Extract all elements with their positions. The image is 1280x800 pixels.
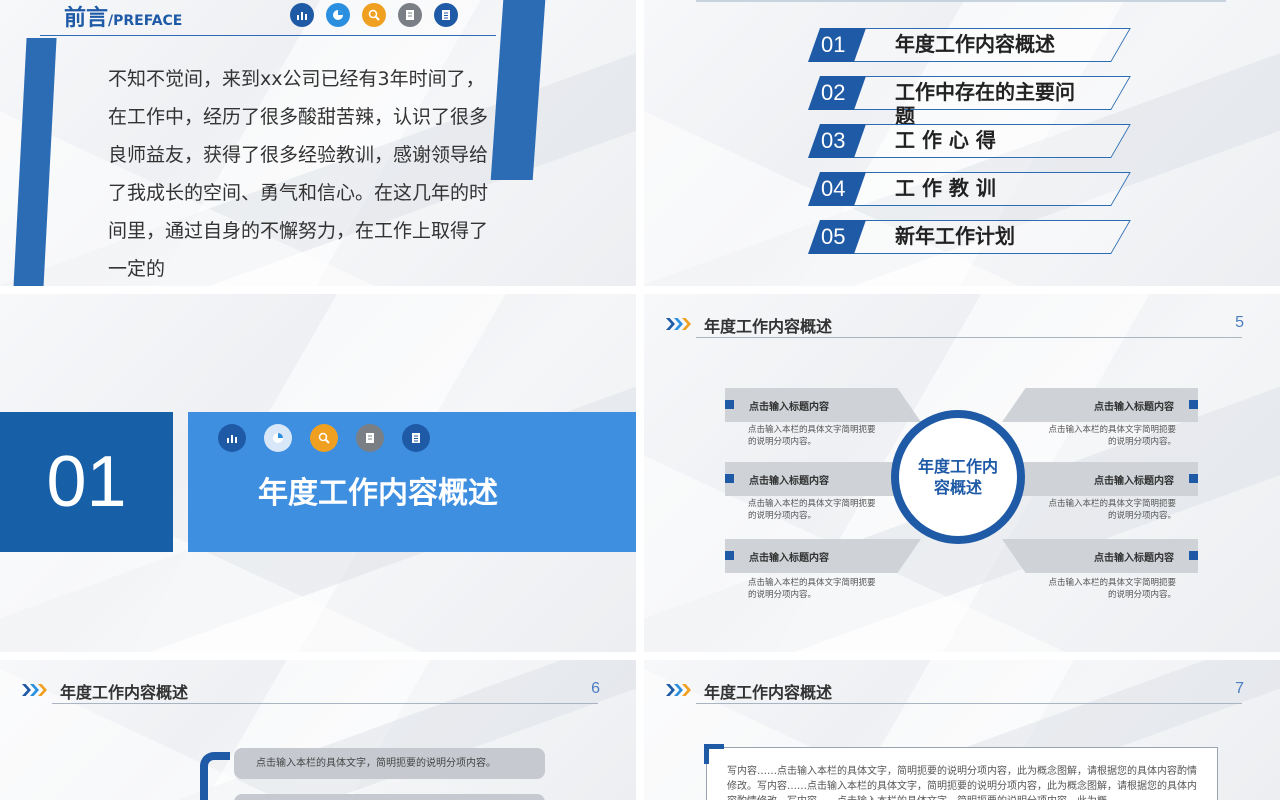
icon-row	[290, 3, 458, 27]
slide-page-5[interactable]: 年度工作内容概述 5 点击输入标题内容 点击输入本栏的具体文字简明扼要的说明分项…	[644, 294, 1280, 652]
text-box-body: 写内容……点击输入本栏的具体文字，简明扼要的说明分项内容，此为概念图解，请根据您…	[727, 766, 1197, 800]
card-title: 点击输入标题内容	[749, 553, 829, 564]
slide-toc[interactable]: 01 年度工作内容概述 02 工作中存在的主要问题 03 工 作 心 得 04 工 作 …	[644, 0, 1280, 286]
slide-heading: 年度工作内容概述	[60, 683, 189, 702]
item-card[interactable]: 点击输入标题内容	[1002, 539, 1198, 573]
section-number: 01	[0, 412, 173, 552]
slide-heading: 年度工作内容概述	[704, 683, 833, 702]
slide-heading: 年度工作内容概述	[704, 317, 833, 336]
divider	[696, 337, 1242, 338]
card-title: 点击输入标题内容	[1094, 476, 1174, 487]
icon-row	[218, 424, 430, 452]
card-title: 点击输入标题内容	[749, 402, 829, 413]
text-pill[interactable]: 点击输入本栏的具体文字，简明扼要的说明分项内容。	[234, 748, 545, 779]
notebook-icon	[356, 424, 384, 452]
preface-body: 不知不觉间，来到xx公司已经有3年时间了，在工作中，经历了很多酸甜苦辣，认识了很…	[108, 68, 489, 280]
bar-chart-icon	[290, 3, 314, 27]
pie-chart-icon	[326, 3, 350, 27]
divider	[696, 703, 1242, 704]
toc-item-04[interactable]: 04 工 作 教 训	[808, 172, 1131, 206]
bracket-decor	[200, 752, 230, 800]
toc-label: 工作中存在的主要问题	[895, 80, 1075, 128]
item-card[interactable]: 点击输入标题内容	[725, 539, 921, 573]
notebook-icon	[398, 3, 422, 27]
divider	[52, 703, 598, 704]
slide-page-6[interactable]: 年度工作内容概述 6 点击输入本栏的具体文字，简明扼要的说明分项内容。	[0, 660, 636, 800]
chevrons-icon	[22, 684, 47, 696]
section-title: 年度工作内容概述	[258, 476, 498, 511]
card-desc: 点击输入本栏的具体文字简明扼要的说明分项内容。	[748, 499, 876, 521]
card-title: 点击输入标题内容	[1094, 553, 1174, 564]
clipboard-icon	[402, 424, 430, 452]
page-number: 6	[591, 680, 600, 697]
divider	[696, 0, 1226, 2]
toc-label: 新年工作计划	[895, 224, 1015, 248]
toc-label: 工 作 教 训	[895, 176, 996, 200]
card-title: 点击输入标题内容	[749, 476, 829, 487]
card-title: 点击输入标题内容	[1094, 402, 1174, 413]
card-desc: 点击输入本栏的具体文字简明扼要的说明分项内容。	[1048, 425, 1176, 447]
slide-page-7[interactable]: 年度工作内容概述 7 写内容……点击输入本栏的具体文字，简明扼要的说明分项内容，…	[644, 660, 1280, 800]
text-pill[interactable]	[234, 794, 545, 800]
toc-item-01[interactable]: 01 年度工作内容概述	[808, 28, 1131, 62]
preface-title: 前言/PREFACE	[64, 6, 183, 31]
slide-preface[interactable]: 前言/PREFACE 不知不觉间，来到xx公司已经有3年时间了，在工作中，经历了…	[0, 0, 636, 286]
chevrons-icon	[666, 684, 691, 696]
center-circle: 年度工作内容概述	[891, 410, 1025, 544]
toc-label: 年度工作内容概述	[895, 32, 1055, 56]
text-box[interactable]: 写内容……点击输入本栏的具体文字，简明扼要的说明分项内容，此为概念图解，请根据您…	[706, 747, 1218, 800]
toc-item-05[interactable]: 05 新年工作计划	[808, 220, 1131, 254]
bar-chart-icon	[218, 424, 246, 452]
corner-decor	[704, 744, 724, 764]
toc-item-03[interactable]: 03 工 作 心 得	[808, 124, 1131, 158]
item-card[interactable]: 点击输入标题内容	[725, 388, 921, 422]
chevrons-icon	[666, 318, 691, 330]
clipboard-icon	[434, 3, 458, 27]
card-desc: 点击输入本栏的具体文字简明扼要的说明分项内容。	[1048, 578, 1176, 600]
magnify-icon	[362, 3, 386, 27]
card-desc: 点击输入本栏的具体文字简明扼要的说明分项内容。	[1048, 499, 1176, 521]
decor-bar-left	[13, 38, 57, 286]
slide-section[interactable]: 01 年度工作内容概述	[0, 294, 636, 652]
toc-item-02[interactable]: 02 工作中存在的主要问题	[808, 76, 1131, 128]
center-label: 年度工作内容概述	[918, 457, 999, 497]
magnify-icon	[310, 424, 338, 452]
divider	[40, 35, 496, 36]
pie-chart-icon	[264, 424, 292, 452]
item-card[interactable]: 点击输入标题内容	[1002, 462, 1198, 496]
toc-label: 工 作 心 得	[895, 128, 996, 152]
decor-bar-right	[490, 0, 546, 180]
card-desc: 点击输入本栏的具体文字简明扼要的说明分项内容。	[748, 425, 876, 447]
item-card[interactable]: 点击输入标题内容	[1002, 388, 1198, 422]
card-desc: 点击输入本栏的具体文字简明扼要的说明分项内容。	[748, 578, 876, 600]
page-number: 7	[1235, 680, 1244, 697]
page-number: 5	[1235, 314, 1244, 331]
